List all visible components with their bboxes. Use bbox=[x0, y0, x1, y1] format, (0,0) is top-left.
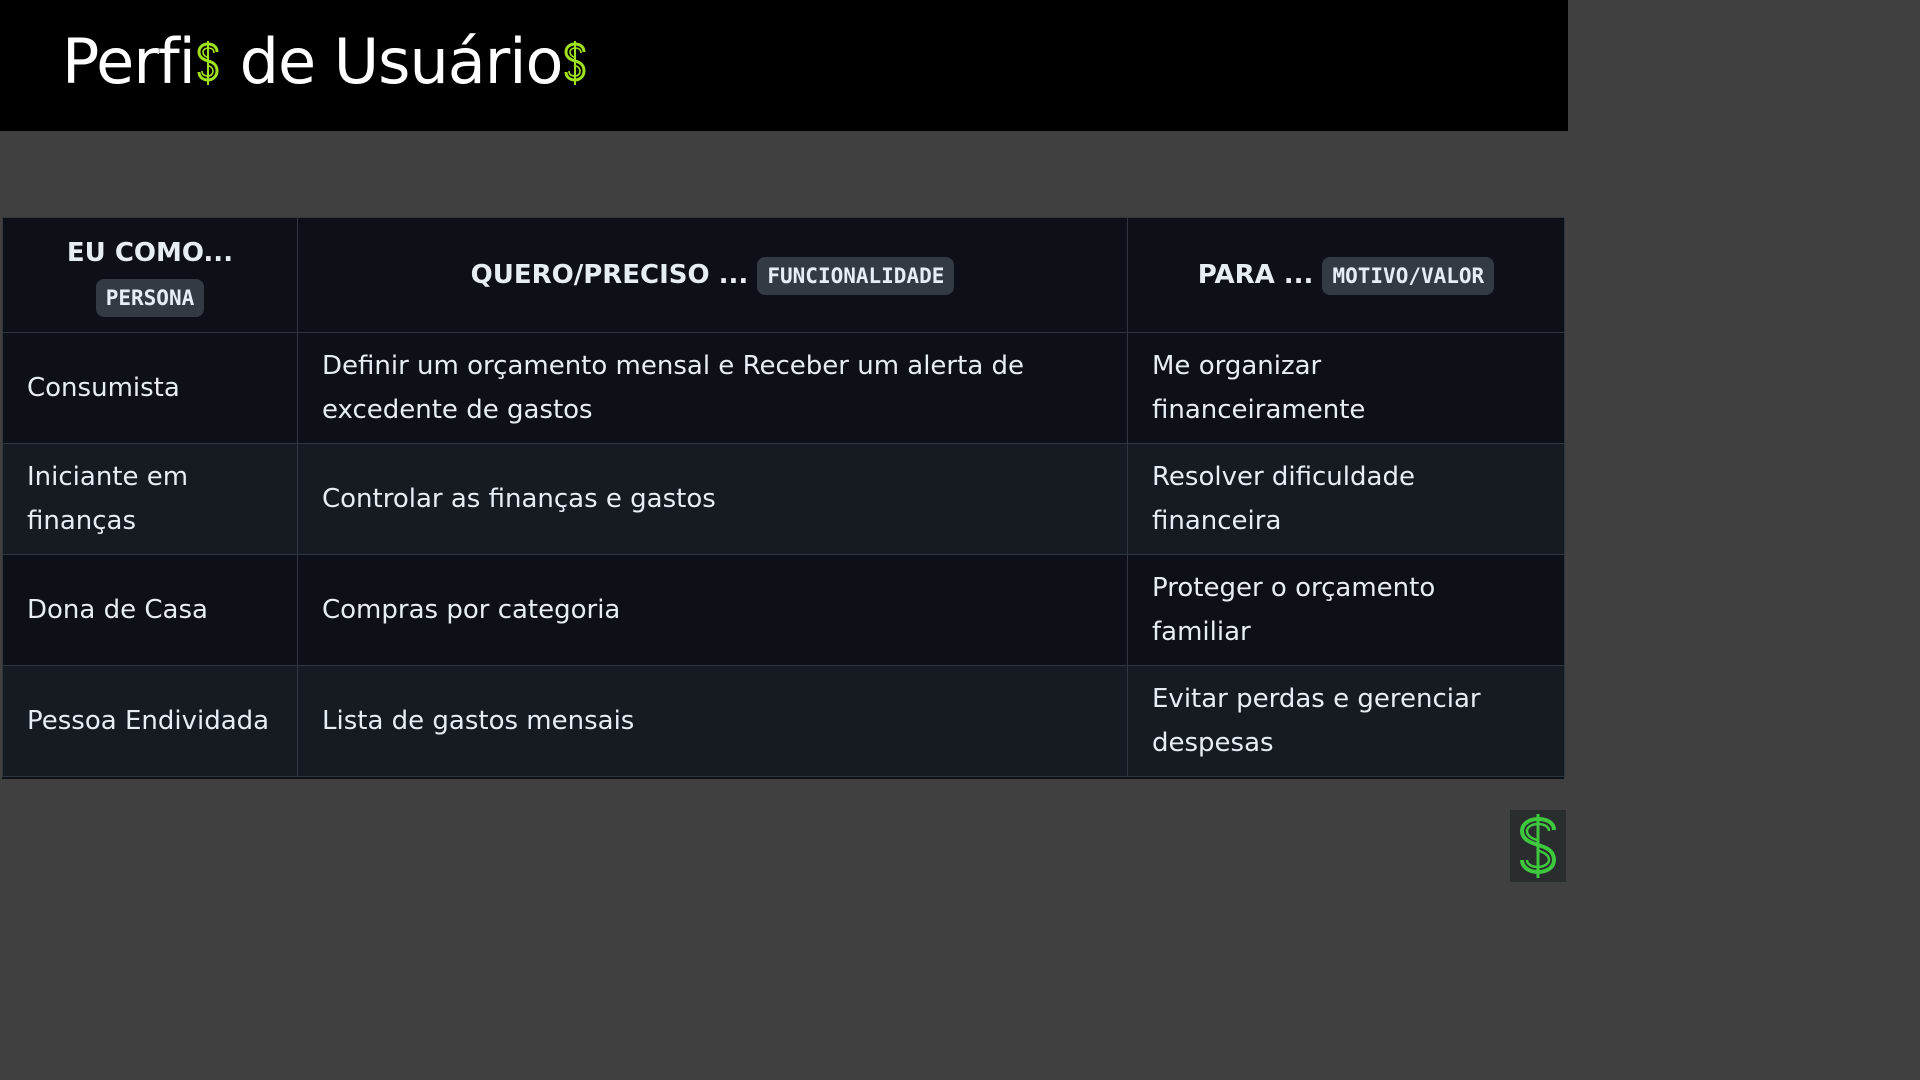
table-cell-motivo: Resolver dificuldade financeira bbox=[1127, 443, 1565, 555]
table-row: Dona de Casa Compras por categoria Prote… bbox=[2, 554, 1565, 666]
column-header-label: PARA ... bbox=[1197, 260, 1314, 290]
user-profiles-table: EU COMO... PERSONA QUERO/PRECISO ... FUN… bbox=[2, 217, 1565, 779]
table-cell-persona: Iniciante em finanças bbox=[2, 443, 298, 555]
column-header-persona: EU COMO... PERSONA bbox=[2, 217, 298, 333]
table-cell-motivo: Evitar perdas e gerenciar despesas bbox=[1127, 665, 1565, 777]
table-cell-persona: Dona de Casa bbox=[2, 554, 298, 666]
column-badge: MOTIVO/VALOR bbox=[1322, 256, 1495, 295]
table-cell-motivo: Me organizar financeiramente bbox=[1127, 332, 1565, 444]
brand-logo bbox=[1510, 810, 1566, 882]
table-cell-funcionalidade: Controlar as finanças e gastos bbox=[297, 443, 1128, 555]
table-cell-funcionalidade: Lista de gastos mensais bbox=[297, 665, 1128, 777]
table-row: Consumista Definir um orçamento mensal e… bbox=[2, 332, 1565, 444]
dollar-sign-icon bbox=[564, 41, 586, 85]
dollar-sign-icon bbox=[1519, 814, 1557, 878]
slide-header: Perfi de Usuário bbox=[0, 0, 1568, 131]
table-cell-persona: Pessoa Endividada bbox=[2, 665, 298, 777]
table-cell-funcionalidade: Compras por categoria bbox=[297, 554, 1128, 666]
profiles-table: EU COMO... PERSONA QUERO/PRECISO ... FUN… bbox=[2, 217, 1565, 777]
column-header-label: QUERO/PRECISO ... bbox=[470, 260, 749, 290]
table-row: Iniciante em finanças Controlar as finan… bbox=[2, 443, 1565, 555]
table-cell-motivo: Proteger o orçamento familiar bbox=[1127, 554, 1565, 666]
dollar-sign-icon bbox=[197, 41, 219, 85]
title-part-2: de Usuário bbox=[220, 25, 564, 98]
page-title: Perfi de Usuário bbox=[62, 22, 588, 102]
table-header-row: EU COMO... PERSONA QUERO/PRECISO ... FUN… bbox=[2, 217, 1565, 333]
table-row: Pessoa Endividada Lista de gastos mensai… bbox=[2, 665, 1565, 777]
column-header-motivo: PARA ... MOTIVO/VALOR bbox=[1127, 217, 1565, 333]
title-part-1: Perfi bbox=[62, 25, 196, 98]
column-header-funcionalidade: QUERO/PRECISO ... FUNCIONALIDADE bbox=[297, 217, 1128, 333]
table-cell-persona: Consumista bbox=[2, 332, 298, 444]
column-header-label: EU COMO... bbox=[66, 238, 234, 268]
column-badge: PERSONA bbox=[95, 278, 205, 317]
table-cell-funcionalidade: Definir um orçamento mensal e Receber um… bbox=[297, 332, 1128, 444]
column-badge: FUNCIONALIDADE bbox=[757, 256, 955, 295]
